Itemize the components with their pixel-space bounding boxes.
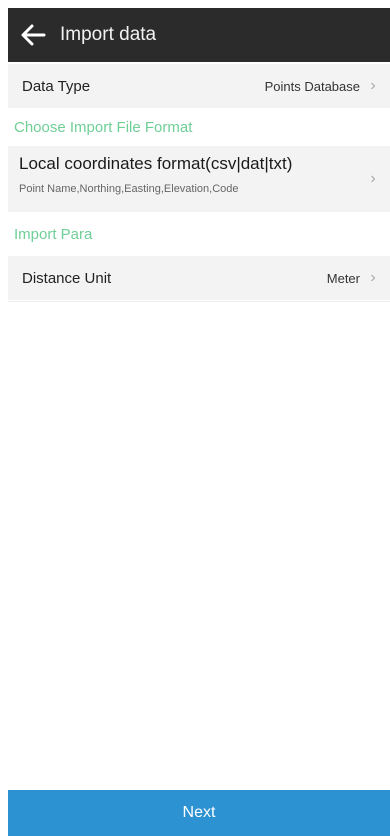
data-type-row[interactable]: Data Type Points Database ›	[8, 64, 390, 108]
data-type-value: Points Database	[264, 78, 360, 94]
divider	[8, 301, 390, 302]
chevron-right-icon: ›	[370, 269, 376, 286]
chevron-right-icon: ›	[370, 77, 376, 94]
import-data-screen: Import data Data Type Points Database › …	[0, 0, 390, 836]
data-type-label: Data Type	[22, 77, 91, 95]
file-format-title: Local coordinates format(csv|dat|txt)	[19, 154, 293, 173]
page-title: Import data	[60, 24, 157, 45]
distance-unit-value: Meter	[326, 270, 360, 286]
chevron-right-icon: ›	[370, 170, 376, 187]
distance-unit-row[interactable]: Distance Unit Meter ›	[8, 256, 390, 300]
distance-unit-label: Distance Unit	[22, 269, 112, 287]
arrow-left-icon	[21, 24, 46, 46]
file-format-row[interactable]: Local coordinates format(csv|dat|txt) Po…	[8, 146, 390, 212]
app-bar: Import data	[8, 8, 390, 62]
next-button[interactable]: Next	[8, 790, 390, 836]
section-header-file-format: Choose Import File Format	[14, 119, 193, 136]
back-button[interactable]	[8, 8, 58, 62]
file-format-fields: Point Name,Northing,Easting,Elevation,Co…	[19, 183, 239, 195]
section-header-import-para: Import Para	[14, 226, 93, 243]
